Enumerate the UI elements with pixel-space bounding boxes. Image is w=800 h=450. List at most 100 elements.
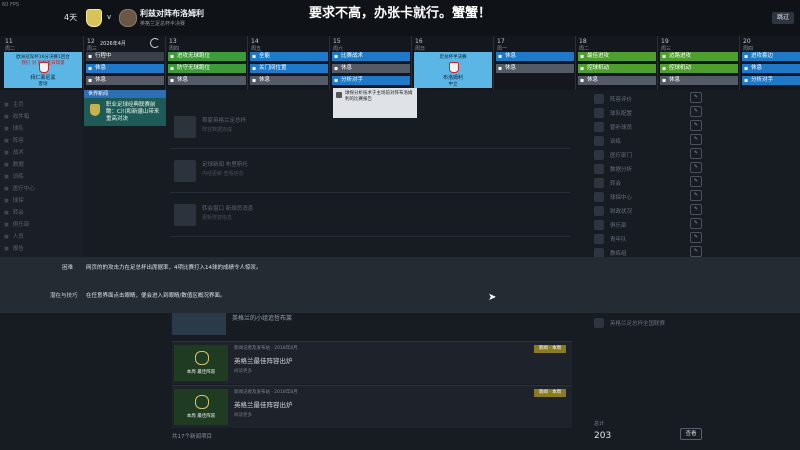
panel-item-label: 数据分析: [610, 167, 633, 173]
world-news-card[interactable]: 世界新闻 职业足球经典联赛前瞻：C川和新疆山带来重高对决: [84, 90, 166, 126]
trophy-icon: [195, 395, 209, 409]
view-button[interactable]: 查看: [680, 428, 702, 440]
edit-icon[interactable]: ✎: [690, 148, 702, 159]
skip-button[interactable]: 跳过: [772, 12, 794, 24]
sidebar-item[interactable]: 收件箱: [4, 112, 30, 120]
sidebar-item[interactable]: 训练: [4, 172, 24, 180]
edit-icon[interactable]: ✎: [690, 246, 702, 257]
training-session[interactable]: 休息: [86, 76, 164, 85]
training-session[interactable]: 休息: [660, 76, 738, 85]
training-session[interactable]: 休息: [742, 64, 800, 73]
sidebar-item[interactable]: 人员: [4, 232, 24, 240]
feed-subtitle: 内线更新 查看信息: [202, 171, 244, 177]
training-session[interactable]: 控球机动: [660, 64, 738, 73]
calendar-day-15[interactable]: 15周六比赛战术休息分析对手: [330, 36, 412, 90]
day-weekday: 周一: [497, 46, 508, 52]
training-session[interactable]: 边路进攻: [660, 52, 738, 61]
right-panel-item[interactable]: 俱乐部: [594, 218, 694, 232]
edit-icon[interactable]: ✎: [690, 204, 702, 215]
calendar-day-16[interactable]: 16 周日 足总杯半决赛 布洛姆利 中立: [412, 36, 494, 90]
panel-item-label: 青年队: [610, 237, 627, 243]
training-session[interactable]: 关门间位置: [250, 64, 328, 73]
edit-icon[interactable]: ✎: [690, 134, 702, 145]
training-session[interactable]: 全能: [250, 52, 328, 61]
sidebar-item[interactable]: 医疗中心: [4, 184, 35, 192]
next-fixture-title[interactable]: 利兹对阵布洛姆利: [140, 8, 204, 19]
panel-item-icon: [594, 206, 604, 216]
match-card[interactable]: 足总杯半决赛 布洛姆利 中立: [414, 52, 492, 88]
training-session[interactable]: 休息: [168, 76, 246, 85]
training-session[interactable]: 最佳进攻: [578, 52, 656, 61]
training-session[interactable]: 控球机动: [578, 64, 656, 73]
edit-icon[interactable]: ✎: [690, 218, 702, 229]
manager-avatar[interactable]: [119, 9, 137, 27]
right-panel-item[interactable]: 替补球员: [594, 120, 694, 134]
right-panel-item[interactable]: 青年队: [594, 232, 694, 246]
edit-icon[interactable]: ✎: [690, 106, 702, 117]
training-session[interactable]: 休息: [332, 64, 410, 73]
right-panel-item[interactable]: 球队配置: [594, 106, 694, 120]
edit-icon[interactable]: ✎: [690, 162, 702, 173]
day-number: 15: [333, 38, 341, 45]
right-panel-item[interactable]: 转会: [594, 176, 694, 190]
sidebar-item[interactable]: 主页: [4, 100, 24, 108]
refresh-icon[interactable]: [150, 38, 160, 48]
sidebar-item[interactable]: 球队: [4, 124, 24, 132]
sidebar-item[interactable]: 报告: [4, 244, 24, 252]
calendar-day-19[interactable]: 19周三边路进攻控球机动休息: [658, 36, 740, 90]
day-number: 19: [661, 38, 669, 45]
training-session[interactable]: 分析对手: [742, 76, 800, 85]
right-panel-item[interactable]: 球探中心: [594, 190, 694, 204]
sidebar-item[interactable]: 数据: [4, 160, 24, 168]
right-panel-item[interactable]: 医疗部门: [594, 148, 694, 162]
training-session[interactable]: 休息: [496, 64, 574, 73]
edit-icon[interactable]: ✎: [690, 232, 702, 243]
panel-item-icon: [594, 178, 604, 188]
calendar-day-13[interactable]: 13周四进攻无球跑位防守无球跑位休息: [166, 36, 248, 90]
training-session[interactable]: 休息: [250, 76, 328, 85]
sidebar-item[interactable]: 转会: [4, 208, 24, 216]
training-session[interactable]: 休息: [86, 64, 164, 73]
edit-icon[interactable]: ✎: [690, 92, 702, 103]
training-session[interactable]: 分析对手: [332, 76, 410, 85]
sidebar-item[interactable]: 俱乐部: [4, 220, 30, 228]
training-session[interactable]: 休息: [496, 52, 574, 61]
training-session[interactable]: 休息: [578, 76, 656, 85]
calendar-day-17[interactable]: 17周一休息休息: [494, 36, 576, 90]
news-title[interactable]: 英格兰的小组追哲布莱: [232, 313, 292, 322]
vs-label: v: [107, 13, 112, 21]
right-panel-item[interactable]: 阵容评价: [594, 92, 694, 106]
day-number: 18: [579, 38, 587, 45]
edit-icon[interactable]: ✎: [690, 176, 702, 187]
calendar-day-14[interactable]: 14周五全能关门间位置休息: [248, 36, 330, 90]
feed-subtitle: 更新阵容信息: [202, 215, 233, 221]
feed-row[interactable]: 转会窗口 新球员消息 更新阵容信息: [170, 198, 570, 237]
right-panel-item[interactable]: 数据分析: [594, 162, 694, 176]
calendar-day-18[interactable]: 18周二最佳进攻控球机动休息: [576, 36, 658, 90]
calendar-day-20[interactable]: 20周四进攻套边休息分析对手: [740, 36, 800, 90]
edit-icon[interactable]: ✎: [690, 190, 702, 201]
training-session[interactable]: 防守无球跑位: [168, 64, 246, 73]
feed-row[interactable]: 足球新闻 布里斯托 内线更新 查看信息: [170, 154, 570, 193]
news-card[interactable]: 本周 最佳阵容 新闻记者及发布站 · 2018年8月 英格兰最佳阵容出炉 阅读更多 新闻…: [172, 385, 572, 428]
world-news-card-text: 职业足球经典联赛前瞻：C川和新疆山带来重高对决: [106, 102, 160, 122]
opponent-name: 布洛姆利: [442, 75, 463, 81]
right-panel-item[interactable]: 财政状况: [594, 204, 694, 218]
next-fixture-competition: 英格兰足总杯半决赛: [140, 21, 186, 27]
home-team-crest-icon[interactable]: [86, 9, 102, 27]
news-card[interactable]: 本周 最佳阵容 新闻记者及发布站 · 2018年8月 英格兰最佳阵容出炉 阅读更多 新闻…: [172, 341, 572, 384]
training-session[interactable]: 进攻无球跑位: [168, 52, 246, 61]
training-session[interactable]: 进攻套边: [742, 52, 800, 61]
training-session[interactable]: 比赛战术: [332, 52, 410, 61]
match-card[interactable]: 欧洲冠军杯16分决赛1回合 我们 对 巴黎圣日耳曼 拜仁慕尼黑 客场: [4, 52, 82, 88]
edit-icon[interactable]: ✎: [690, 120, 702, 131]
sidebar-item[interactable]: 阵容: [4, 136, 24, 144]
panel-item-icon: [594, 220, 604, 230]
sidebar-item[interactable]: 球探: [4, 196, 24, 204]
training-session[interactable]: 行程中: [86, 52, 164, 61]
right-panel-item[interactable]: 英格兰足总杯全国联赛: [594, 316, 704, 330]
right-panel-item[interactable]: 训练: [594, 134, 694, 148]
sidebar-item[interactable]: 战术: [4, 148, 24, 156]
calendar-day-11[interactable]: 11 周二 欧洲冠军杯16分决赛1回合 我们 对 巴黎圣日耳曼 拜仁慕尼黑 客场: [2, 36, 84, 90]
news-thumbnail[interactable]: [172, 313, 226, 335]
